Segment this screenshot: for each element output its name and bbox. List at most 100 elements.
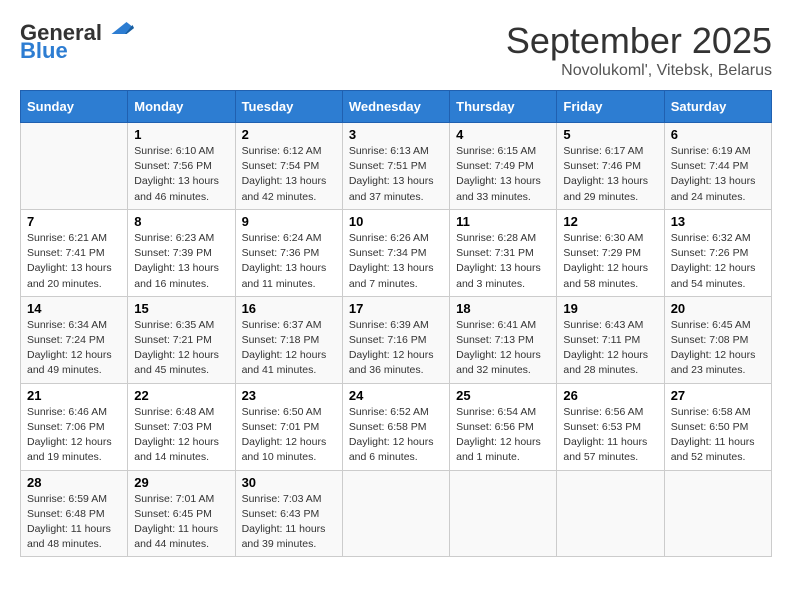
day-cell: 9 Sunrise: 6:24 AM Sunset: 7:36 PM Daylig… bbox=[235, 209, 342, 296]
day-cell: 12 Sunrise: 6:30 AM Sunset: 7:29 PM Dayli… bbox=[557, 209, 664, 296]
day-cell: 16 Sunrise: 6:37 AM Sunset: 7:18 PM Dayli… bbox=[235, 296, 342, 383]
day-cell: 22 Sunrise: 6:48 AM Sunset: 7:03 PM Dayli… bbox=[128, 383, 235, 470]
day-cell: 8 Sunrise: 6:23 AM Sunset: 7:39 PM Daylig… bbox=[128, 209, 235, 296]
title-block: September 2025 Novolukoml', Vitebsk, Bel… bbox=[506, 20, 772, 80]
day-number: 25 bbox=[456, 388, 550, 403]
day-info: Sunrise: 6:19 AM Sunset: 7:44 PM Dayligh… bbox=[671, 144, 765, 205]
day-number: 17 bbox=[349, 301, 443, 316]
page-header: General Blue September 2025 Novolukoml',… bbox=[20, 20, 772, 80]
day-number: 13 bbox=[671, 214, 765, 229]
day-cell: 30 Sunrise: 7:03 AM Sunset: 6:43 PM Dayli… bbox=[235, 470, 342, 557]
calendar-table: SundayMondayTuesdayWednesdayThursdayFrid… bbox=[20, 90, 772, 557]
day-info: Sunrise: 6:56 AM Sunset: 6:53 PM Dayligh… bbox=[563, 405, 657, 466]
week-row-1: 1Sunrise: 6:10 AM Sunset: 7:56 PM Daylig… bbox=[21, 123, 772, 210]
day-cell: 26 Sunrise: 6:56 AM Sunset: 6:53 PM Dayli… bbox=[557, 383, 664, 470]
day-number: 8 bbox=[134, 214, 228, 229]
day-number: 3 bbox=[349, 127, 443, 142]
day-info: Sunrise: 6:13 AM Sunset: 7:51 PM Dayligh… bbox=[349, 144, 443, 205]
day-cell: 11Sunrise: 6:28 AM Sunset: 7:31 PM Dayli… bbox=[450, 209, 557, 296]
day-info: Sunrise: 6:26 AM Sunset: 7:34 PM Dayligh… bbox=[349, 231, 443, 292]
day-info: Sunrise: 6:48 AM Sunset: 7:03 PM Dayligh… bbox=[134, 405, 228, 466]
day-info: Sunrise: 6:21 AM Sunset: 7:41 PM Dayligh… bbox=[27, 231, 121, 292]
day-number: 22 bbox=[134, 388, 228, 403]
week-row-4: 21 Sunrise: 6:46 AM Sunset: 7:06 PM Dayli… bbox=[21, 383, 772, 470]
day-number: 20 bbox=[671, 301, 765, 316]
day-number: 18 bbox=[456, 301, 550, 316]
week-row-3: 14 Sunrise: 6:34 AM Sunset: 7:24 PM Dayli… bbox=[21, 296, 772, 383]
day-number: 21 bbox=[27, 388, 121, 403]
day-cell: 7 Sunrise: 6:21 AM Sunset: 7:41 PM Daylig… bbox=[21, 209, 128, 296]
day-info: Sunrise: 6:52 AM Sunset: 6:58 PM Dayligh… bbox=[349, 405, 443, 466]
day-info: Sunrise: 6:54 AM Sunset: 6:56 PM Dayligh… bbox=[456, 405, 550, 466]
day-info: Sunrise: 6:35 AM Sunset: 7:21 PM Dayligh… bbox=[134, 318, 228, 379]
day-number: 7 bbox=[27, 214, 121, 229]
day-info: Sunrise: 6:24 AM Sunset: 7:36 PM Dayligh… bbox=[242, 231, 336, 292]
day-number: 2 bbox=[242, 127, 336, 142]
day-cell: 3 Sunrise: 6:13 AM Sunset: 7:51 PM Daylig… bbox=[342, 123, 449, 210]
day-cell: 4Sunrise: 6:15 AM Sunset: 7:49 PM Daylig… bbox=[450, 123, 557, 210]
day-cell: 23 Sunrise: 6:50 AM Sunset: 7:01 PM Dayli… bbox=[235, 383, 342, 470]
day-number: 23 bbox=[242, 388, 336, 403]
day-info: Sunrise: 6:58 AM Sunset: 6:50 PM Dayligh… bbox=[671, 405, 765, 466]
day-cell: 6Sunrise: 6:19 AM Sunset: 7:44 PM Daylig… bbox=[664, 123, 771, 210]
day-cell: 13 Sunrise: 6:32 AM Sunset: 7:26 PM Dayli… bbox=[664, 209, 771, 296]
day-number: 28 bbox=[27, 475, 121, 490]
day-number: 16 bbox=[242, 301, 336, 316]
day-number: 27 bbox=[671, 388, 765, 403]
day-number: 4 bbox=[456, 127, 550, 142]
header-cell-monday: Monday bbox=[128, 91, 235, 123]
day-info: Sunrise: 6:34 AM Sunset: 7:24 PM Dayligh… bbox=[27, 318, 121, 379]
day-cell: 29Sunrise: 7:01 AM Sunset: 6:45 PM Dayli… bbox=[128, 470, 235, 557]
subtitle: Novolukoml', Vitebsk, Belarus bbox=[506, 62, 772, 80]
day-number: 26 bbox=[563, 388, 657, 403]
day-cell: 28 Sunrise: 6:59 AM Sunset: 6:48 PM Dayli… bbox=[21, 470, 128, 557]
day-number: 12 bbox=[563, 214, 657, 229]
day-cell: 1Sunrise: 6:10 AM Sunset: 7:56 PM Daylig… bbox=[128, 123, 235, 210]
day-cell bbox=[342, 470, 449, 557]
day-cell: 2 Sunrise: 6:12 AM Sunset: 7:54 PM Daylig… bbox=[235, 123, 342, 210]
day-number: 11 bbox=[456, 214, 550, 229]
day-info: Sunrise: 6:43 AM Sunset: 7:11 PM Dayligh… bbox=[563, 318, 657, 379]
logo-icon bbox=[104, 19, 134, 37]
day-info: Sunrise: 6:39 AM Sunset: 7:16 PM Dayligh… bbox=[349, 318, 443, 379]
day-number: 14 bbox=[27, 301, 121, 316]
day-cell: 27 Sunrise: 6:58 AM Sunset: 6:50 PM Dayli… bbox=[664, 383, 771, 470]
day-cell bbox=[664, 470, 771, 557]
day-info: Sunrise: 6:37 AM Sunset: 7:18 PM Dayligh… bbox=[242, 318, 336, 379]
day-number: 1 bbox=[134, 127, 228, 142]
day-info: Sunrise: 6:12 AM Sunset: 7:54 PM Dayligh… bbox=[242, 144, 336, 205]
main-title: September 2025 bbox=[506, 20, 772, 62]
day-number: 30 bbox=[242, 475, 336, 490]
day-info: Sunrise: 6:45 AM Sunset: 7:08 PM Dayligh… bbox=[671, 318, 765, 379]
day-number: 24 bbox=[349, 388, 443, 403]
day-cell bbox=[21, 123, 128, 210]
day-cell: 5Sunrise: 6:17 AM Sunset: 7:46 PM Daylig… bbox=[557, 123, 664, 210]
calendar-body: 1Sunrise: 6:10 AM Sunset: 7:56 PM Daylig… bbox=[21, 123, 772, 557]
day-cell: 10Sunrise: 6:26 AM Sunset: 7:34 PM Dayli… bbox=[342, 209, 449, 296]
day-info: Sunrise: 6:50 AM Sunset: 7:01 PM Dayligh… bbox=[242, 405, 336, 466]
day-info: Sunrise: 6:30 AM Sunset: 7:29 PM Dayligh… bbox=[563, 231, 657, 292]
header-cell-wednesday: Wednesday bbox=[342, 91, 449, 123]
day-number: 5 bbox=[563, 127, 657, 142]
day-cell: 24 Sunrise: 6:52 AM Sunset: 6:58 PM Dayli… bbox=[342, 383, 449, 470]
day-cell: 17 Sunrise: 6:39 AM Sunset: 7:16 PM Dayli… bbox=[342, 296, 449, 383]
day-info: Sunrise: 6:46 AM Sunset: 7:06 PM Dayligh… bbox=[27, 405, 121, 466]
day-cell: 20 Sunrise: 6:45 AM Sunset: 7:08 PM Dayli… bbox=[664, 296, 771, 383]
day-number: 9 bbox=[242, 214, 336, 229]
day-info: Sunrise: 6:23 AM Sunset: 7:39 PM Dayligh… bbox=[134, 231, 228, 292]
header-cell-saturday: Saturday bbox=[664, 91, 771, 123]
day-info: Sunrise: 6:59 AM Sunset: 6:48 PM Dayligh… bbox=[27, 492, 121, 553]
day-cell bbox=[557, 470, 664, 557]
calendar-header: SundayMondayTuesdayWednesdayThursdayFrid… bbox=[21, 91, 772, 123]
day-number: 29 bbox=[134, 475, 228, 490]
week-row-5: 28 Sunrise: 6:59 AM Sunset: 6:48 PM Dayli… bbox=[21, 470, 772, 557]
day-info: Sunrise: 6:32 AM Sunset: 7:26 PM Dayligh… bbox=[671, 231, 765, 292]
header-cell-thursday: Thursday bbox=[450, 91, 557, 123]
day-cell bbox=[450, 470, 557, 557]
header-row: SundayMondayTuesdayWednesdayThursdayFrid… bbox=[21, 91, 772, 123]
day-cell: 18Sunrise: 6:41 AM Sunset: 7:13 PM Dayli… bbox=[450, 296, 557, 383]
logo-text-blue: Blue bbox=[20, 38, 68, 64]
day-cell: 25 Sunrise: 6:54 AM Sunset: 6:56 PM Dayli… bbox=[450, 383, 557, 470]
day-number: 15 bbox=[134, 301, 228, 316]
day-info: Sunrise: 7:03 AM Sunset: 6:43 PM Dayligh… bbox=[242, 492, 336, 553]
